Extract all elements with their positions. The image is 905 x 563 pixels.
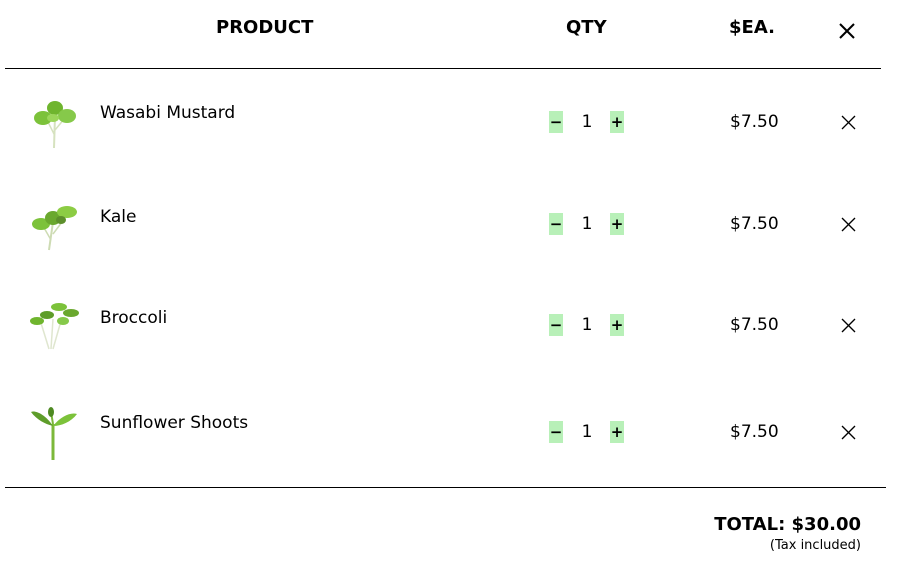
product-name: Broccoli	[100, 308, 168, 328]
cart-item-row: Kale − 1 + $7.50	[0, 182, 905, 272]
wasabi-mustard-microgreen-image	[34, 101, 76, 149]
column-header-price: $EA.	[729, 17, 775, 38]
item-price: $7.50	[730, 112, 779, 132]
cart-item-row: Wasabi Mustard − 1 + $7.50	[0, 80, 905, 170]
increase-qty-button[interactable]: +	[610, 213, 624, 235]
increase-qty-button[interactable]: +	[610, 111, 624, 133]
remove-item-icon[interactable]	[841, 115, 856, 130]
decrease-qty-button[interactable]: −	[549, 314, 563, 336]
footer-divider	[5, 487, 886, 488]
tax-note: (Tax included)	[769, 538, 861, 553]
remove-item-icon[interactable]	[841, 217, 856, 232]
qty-value: 1	[581, 112, 593, 132]
qty-value: 1	[581, 422, 593, 442]
broccoli-microgreen-image	[30, 303, 79, 350]
close-cart-icon[interactable]	[836, 20, 858, 42]
product-name: Kale	[100, 207, 137, 227]
increase-qty-button[interactable]: +	[610, 421, 624, 443]
decrease-qty-button[interactable]: −	[549, 421, 563, 443]
decrease-qty-button[interactable]: −	[549, 213, 563, 235]
increase-qty-button[interactable]: +	[610, 314, 624, 336]
decrease-qty-button[interactable]: −	[549, 111, 563, 133]
item-price: $7.50	[730, 422, 779, 442]
cart-item-row: Broccoli − 1 + $7.50	[0, 283, 905, 373]
cart-total: TOTAL: $30.00	[714, 514, 861, 535]
item-price: $7.50	[730, 315, 779, 335]
kale-microgreen-image	[32, 206, 77, 251]
header-divider	[5, 68, 881, 69]
product-name: Sunflower Shoots	[100, 413, 249, 433]
product-name: Wasabi Mustard	[100, 103, 236, 123]
item-price: $7.50	[730, 214, 779, 234]
qty-value: 1	[581, 214, 593, 234]
remove-item-icon[interactable]	[841, 318, 856, 333]
column-header-product: PRODUCT	[216, 17, 314, 38]
cart-item-row: Sunflower Shoots − 1 + $7.50	[0, 390, 905, 480]
sunflower-shoot-image	[31, 407, 77, 460]
remove-item-icon[interactable]	[841, 425, 856, 440]
qty-value: 1	[581, 315, 593, 335]
column-header-qty: QTY	[566, 17, 607, 38]
